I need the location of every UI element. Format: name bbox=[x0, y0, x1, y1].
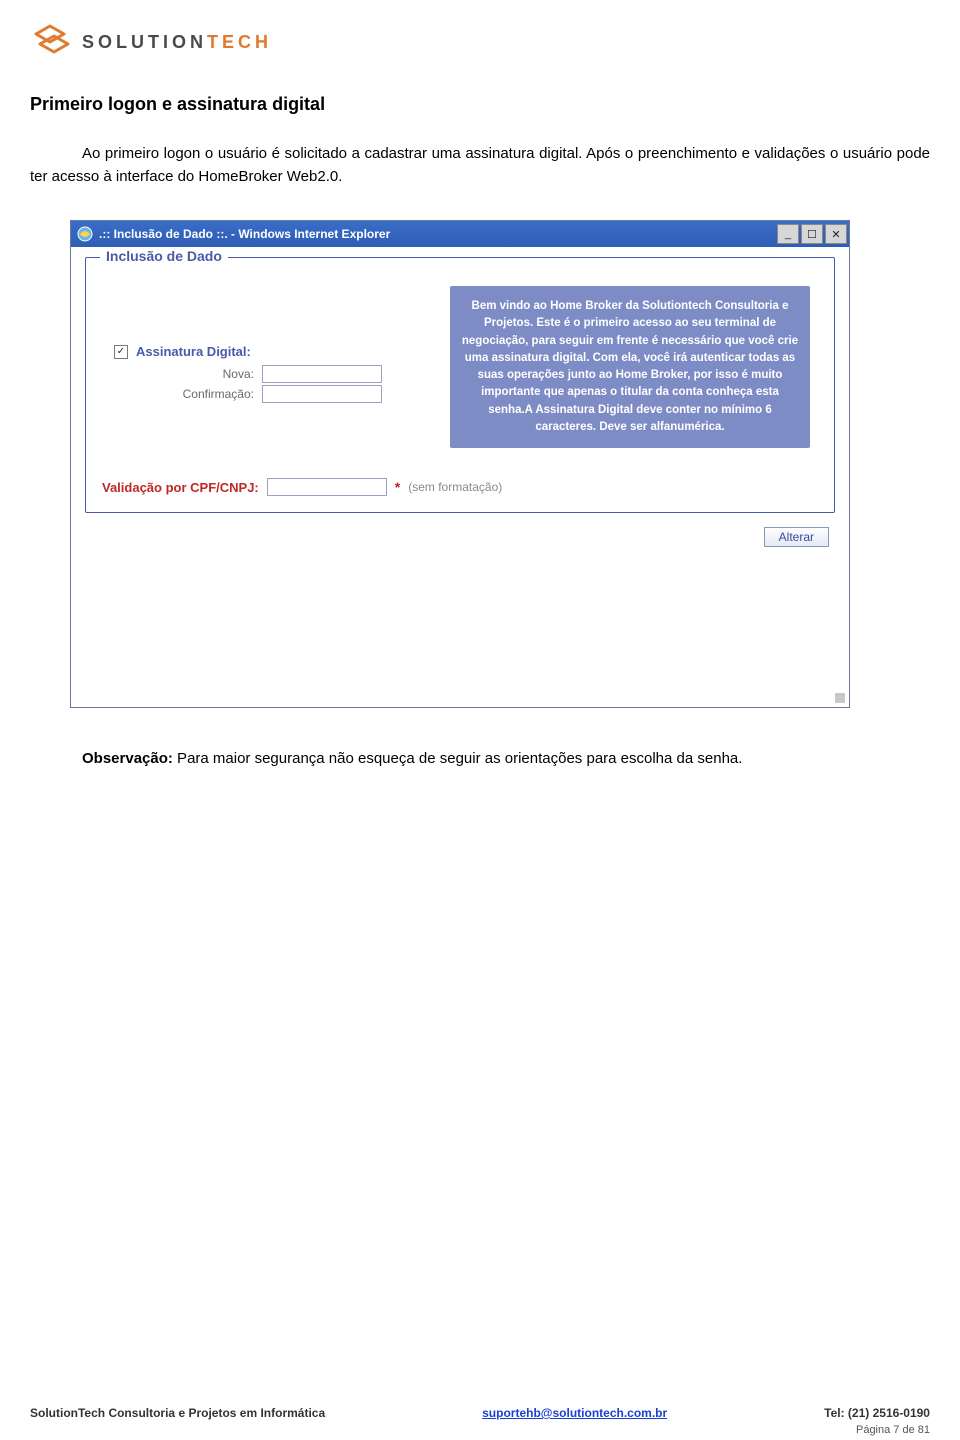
ie-titlebar: .:: Inclusão de Dado ::. - Windows Inter… bbox=[71, 221, 849, 247]
logo: SOLUTIONTECH bbox=[30, 20, 930, 64]
label-confirmacao: Confirmação: bbox=[102, 387, 262, 401]
footer-email[interactable]: suportehb@solutiontech.com.br bbox=[482, 1406, 667, 1420]
page-footer: SolutionTech Consultoria e Projetos em I… bbox=[30, 1406, 930, 1420]
label-nova: Nova: bbox=[102, 367, 262, 381]
ie-window-title: .:: Inclusão de Dado ::. - Windows Inter… bbox=[99, 227, 777, 241]
ie-body: Inclusão de Dado ✓ Assinatura Digital: N… bbox=[71, 247, 849, 707]
page-title: Primeiro logon e assinatura digital bbox=[30, 94, 930, 115]
logo-text-2: TECH bbox=[207, 32, 272, 52]
resize-grip-icon bbox=[835, 693, 845, 703]
footer-phone: Tel: (21) 2516-0190 bbox=[824, 1406, 930, 1420]
logo-text: SOLUTIONTECH bbox=[82, 32, 272, 53]
observation-text: Para maior segurança não esqueça de segu… bbox=[173, 750, 743, 767]
welcome-message: Bem vindo ao Home Broker da Solutiontech… bbox=[450, 286, 810, 448]
label-validacao: Validação por CPF/CNPJ: bbox=[102, 480, 259, 495]
observation-paragraph: Observação: Para maior segurança não esq… bbox=[30, 748, 930, 771]
label-assinatura-digital: Assinatura Digital: bbox=[136, 344, 251, 359]
input-confirmacao[interactable] bbox=[262, 385, 382, 403]
page-number: Página 7 de 81 bbox=[856, 1424, 930, 1436]
ie-icon bbox=[77, 226, 93, 242]
close-button[interactable]: ✕ bbox=[825, 224, 847, 244]
intro-paragraph: Ao primeiro logon o usuário é solicitado… bbox=[30, 143, 930, 188]
assinatura-checkbox[interactable]: ✓ bbox=[114, 345, 128, 359]
footer-company: SolutionTech Consultoria e Projetos em I… bbox=[30, 1406, 325, 1420]
input-cpf-cnpj[interactable] bbox=[267, 478, 387, 496]
ie-window: .:: Inclusão de Dado ::. - Windows Inter… bbox=[70, 220, 850, 708]
hint-format: (sem formatação) bbox=[408, 480, 502, 494]
required-asterisk: * bbox=[395, 479, 400, 495]
fieldset-legend: Inclusão de Dado bbox=[100, 248, 228, 264]
minimize-button[interactable]: _ bbox=[777, 224, 799, 244]
alterar-button[interactable]: Alterar bbox=[764, 527, 829, 547]
fieldset-inclusao: Inclusão de Dado ✓ Assinatura Digital: N… bbox=[85, 257, 835, 513]
input-nova[interactable] bbox=[262, 365, 382, 383]
logo-text-1: SOLUTION bbox=[82, 32, 207, 52]
maximize-button[interactable]: ☐ bbox=[801, 224, 823, 244]
observation-label: Observação: bbox=[82, 750, 173, 767]
logo-icon bbox=[30, 20, 74, 64]
